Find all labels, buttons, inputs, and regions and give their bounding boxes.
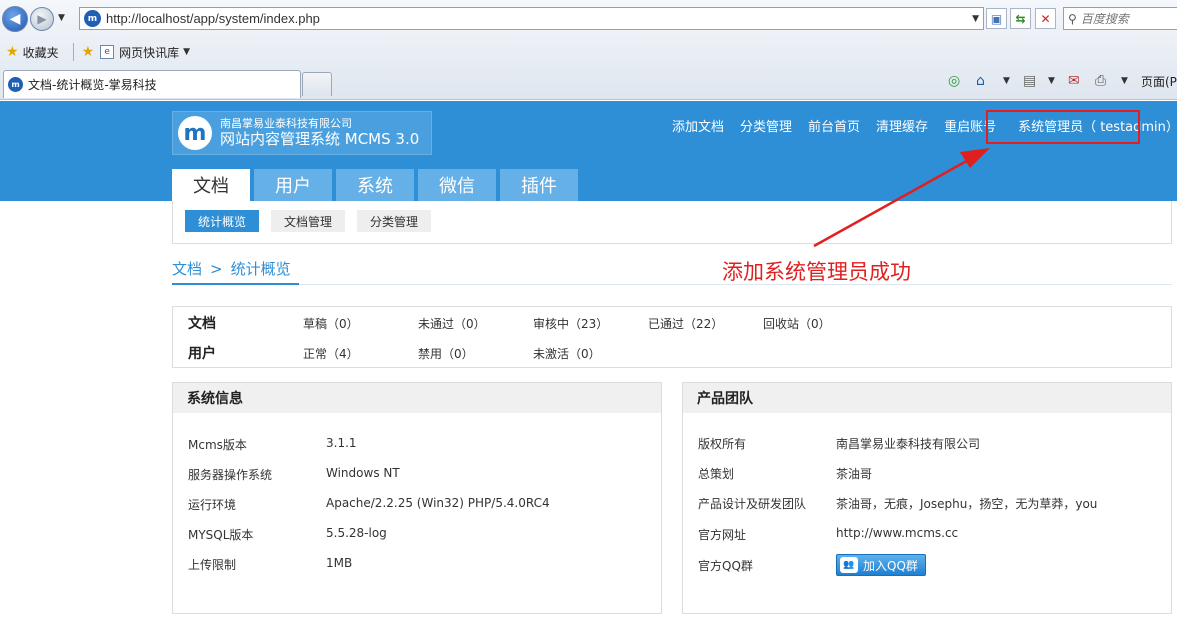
browser-tab[interactable]: m 文档-统计概览-掌易科技 xyxy=(3,70,301,98)
address-bar[interactable]: m http://localhost/app/system/index.php … xyxy=(79,7,984,30)
web-slice-dropdown-icon[interactable]: ▼ xyxy=(183,47,190,57)
compatibility-view-icon[interactable]: ▣ xyxy=(986,8,1007,29)
back-arrow-icon[interactable]: ◀ xyxy=(2,6,28,32)
logo-system-name: 网站内容管理系统 MCMS 3.0 xyxy=(220,130,420,148)
toolbar-divider xyxy=(72,43,74,61)
home-icon[interactable]: ⌂ xyxy=(976,73,985,89)
stat-user-disabled[interactable]: 禁用（0） xyxy=(418,345,474,362)
breadcrumb-divider xyxy=(172,284,1172,285)
qq-people-icon: 👥 xyxy=(840,557,858,573)
feed-icon[interactable]: ▤ xyxy=(1023,73,1036,89)
browser-tab-row: m 文档-统计概览-掌易科技 ◎ ⌂ ▼ ▤ ▼ ✉ ⎙ ▼ 页面(P xyxy=(0,68,1177,100)
info-value: 3.1.1 xyxy=(326,436,357,450)
info-label: MYSQL版本 xyxy=(188,528,254,542)
favorites-star-icon[interactable]: ★ xyxy=(6,44,19,60)
tab-plugins[interactable]: 插件 xyxy=(500,169,578,201)
search-input[interactable] xyxy=(1080,11,1171,26)
stat-user-normal[interactable]: 正常（4） xyxy=(303,345,359,362)
add-favorite-icon[interactable]: ★ xyxy=(82,44,95,60)
subtab-statistics[interactable]: 统计概览 xyxy=(185,210,260,232)
stats-doc-label: 文档 xyxy=(188,316,216,332)
breadcrumb: 文档 > 统计概览 xyxy=(172,258,299,279)
system-info-panel: 系统信息 Mcms版本 3.1.1 服务器操作系统 Windows NT 运行环… xyxy=(172,382,662,614)
sub-nav: 统计概览 文档管理 分类管理 xyxy=(172,201,1172,244)
team-value: 茶油哥，无痕，Josephu，扬空，无为草莽，you xyxy=(836,497,1098,511)
info-label: 上传限制 xyxy=(188,558,237,572)
tab-wechat[interactable]: 微信 xyxy=(418,169,496,201)
stat-reviewing[interactable]: 审核中（23） xyxy=(533,315,608,332)
browser-search-box[interactable]: ⚲ xyxy=(1063,7,1177,30)
forward-arrow-icon[interactable]: ▶ xyxy=(30,7,54,31)
breadcrumb-root[interactable]: 文档 xyxy=(172,258,202,279)
stat-recycle[interactable]: 回收站（0） xyxy=(763,315,831,332)
team-label: 产品设计及研发团队 xyxy=(698,497,807,511)
history-dropdown-icon[interactable]: ▼ xyxy=(58,13,65,23)
team-label: 总策划 xyxy=(698,467,735,481)
join-qq-group-button[interactable]: 👥 加入QQ群 xyxy=(836,554,926,576)
product-team-title: 产品团队 xyxy=(683,383,1171,413)
stat-rejected[interactable]: 未通过（0） xyxy=(418,315,486,332)
web-slice-icon: e xyxy=(100,45,115,59)
breadcrumb-current: 统计概览 xyxy=(230,260,291,278)
refresh-icon[interactable]: ⇆ xyxy=(1010,8,1031,29)
site-favicon-icon: m xyxy=(84,10,101,27)
browser-chrome: ◀ ▶ ▼ m http://localhost/app/system/inde… xyxy=(0,0,1177,100)
new-tab-button[interactable] xyxy=(302,72,332,96)
team-value: 茶油哥 xyxy=(836,467,873,481)
stat-approved[interactable]: 已通过（22） xyxy=(648,315,723,332)
print-dropdown-icon[interactable]: ▼ xyxy=(1121,76,1128,86)
annotation-text: 添加系统管理员成功 xyxy=(722,260,911,284)
mcms-logo-icon: m xyxy=(178,116,212,150)
tab-favicon-icon: m xyxy=(8,77,23,92)
system-info-title: 系统信息 xyxy=(173,383,661,413)
stat-user-inactive[interactable]: 未激活（0） xyxy=(533,345,601,362)
stats-user-label: 用户 xyxy=(188,346,216,362)
site-logo[interactable]: m 南昌掌易业泰科技有限公司 网站内容管理系统 MCMS 3.0 xyxy=(172,111,432,155)
feed-dropdown-icon[interactable]: ▼ xyxy=(1048,76,1055,86)
address-dropdown-icon[interactable]: ▼ xyxy=(972,14,979,24)
stats-summary: 文档 草稿（0） 未通过（0） 审核中（23） 已通过（22） 回收站（0） 用… xyxy=(172,306,1172,368)
web-slice-button[interactable]: 网页快讯库 xyxy=(119,44,179,61)
tab-system[interactable]: 系统 xyxy=(336,169,414,201)
status-circle-icon[interactable]: ◎ xyxy=(948,73,960,89)
tab-documents[interactable]: 文档 xyxy=(172,169,250,201)
breadcrumb-underline xyxy=(172,283,299,285)
info-label: Mcms版本 xyxy=(188,438,247,452)
search-icon: ⚲ xyxy=(1068,11,1077,26)
qq-button-label: 加入QQ群 xyxy=(863,558,918,573)
subtab-category-manage[interactable]: 分类管理 xyxy=(357,210,432,232)
info-label: 服务器操作系统 xyxy=(188,468,273,482)
subtab-document-manage[interactable]: 文档管理 xyxy=(271,210,346,232)
nav-front-home[interactable]: 前台首页 xyxy=(808,116,860,135)
team-value: 南昌掌易业泰科技有限公司 xyxy=(836,437,981,451)
annotation-highlight-box xyxy=(986,110,1140,144)
address-text[interactable]: http://localhost/app/system/index.php xyxy=(106,11,972,26)
page-menu[interactable]: 页面(P xyxy=(1141,73,1177,90)
product-team-panel: 产品团队 版权所有 南昌掌易业泰科技有限公司 总策划 茶油哥 产品设计及研发团队… xyxy=(682,382,1172,614)
info-value: Apache/2.2.25 (Win32) PHP/5.4.0RC4 xyxy=(326,496,550,510)
info-label: 运行环境 xyxy=(188,498,237,512)
info-value: Windows NT xyxy=(326,466,400,480)
info-value: 1MB xyxy=(326,556,353,570)
tab-title: 文档-统计概览-掌易科技 xyxy=(28,78,157,92)
stop-icon[interactable]: ✕ xyxy=(1035,8,1056,29)
breadcrumb-separator: > xyxy=(210,259,223,278)
nav-clear-cache[interactable]: 清理缓存 xyxy=(876,116,928,135)
team-label: 官方QQ群 xyxy=(698,559,753,573)
team-label: 官方网址 xyxy=(698,528,747,542)
nav-category-manage[interactable]: 分类管理 xyxy=(740,116,792,135)
main-tabs: 文档 用户 系统 微信 插件 xyxy=(172,169,582,201)
nav-add-document[interactable]: 添加文档 xyxy=(672,116,724,135)
tab-users[interactable]: 用户 xyxy=(254,169,332,201)
favorites-bar: ★ 收藏夹 ★ e 网页快讯库 ▼ xyxy=(0,38,1177,66)
logo-company-name: 南昌掌易业泰科技有限公司 xyxy=(220,117,352,130)
home-dropdown-icon[interactable]: ▼ xyxy=(1003,76,1010,86)
print-icon[interactable]: ⎙ xyxy=(1095,73,1106,89)
stat-draft[interactable]: 草稿（0） xyxy=(303,315,359,332)
info-value: 5.5.28-log xyxy=(326,526,387,540)
favorites-button[interactable]: 收藏夹 xyxy=(23,44,59,61)
team-label: 版权所有 xyxy=(698,437,747,451)
mail-icon[interactable]: ✉ xyxy=(1068,73,1080,89)
official-website-link[interactable]: http://www.mcms.cc xyxy=(836,526,958,540)
